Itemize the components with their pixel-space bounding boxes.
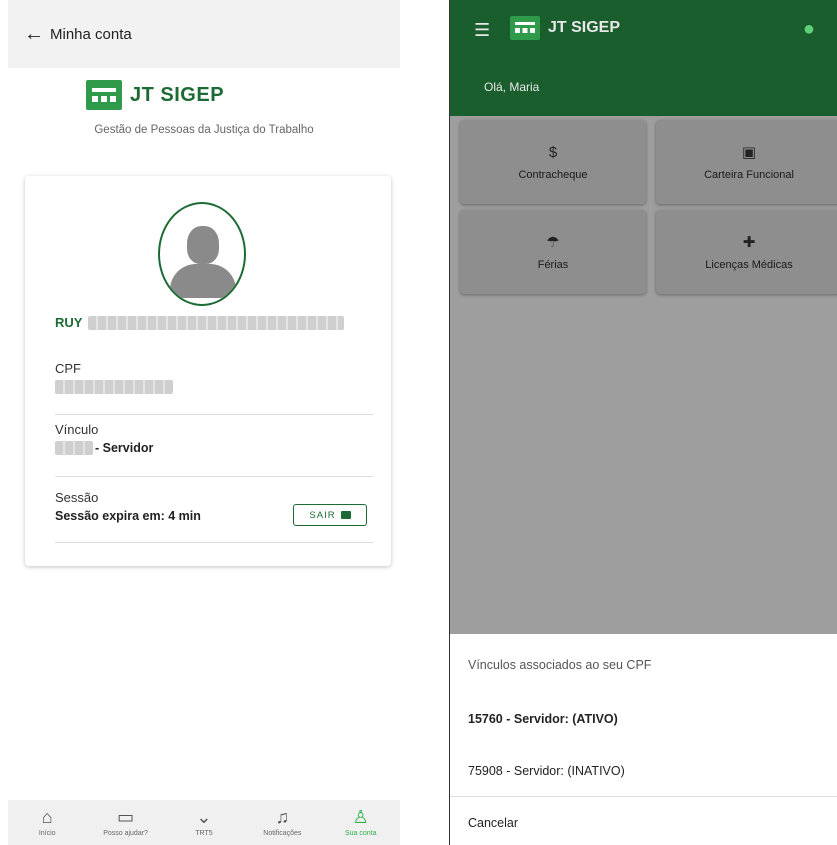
account-screen: ← Minha conta JT SIGEP Gestão de Pessoas…	[8, 0, 400, 845]
account-header: ← Minha conta	[8, 0, 400, 68]
nav-item-notificacoes[interactable]: ♫ Notificações	[247, 808, 317, 837]
avatar	[158, 202, 246, 306]
nav-label: Início	[38, 830, 56, 837]
app-bar: ☰ JT SIGEP ● Olá, Maria	[450, 0, 837, 116]
nav-label: TRT5	[195, 830, 213, 837]
tile-licencas-medicas[interactable]: ✚ Licenças Médicas	[656, 210, 837, 294]
user-account-icon[interactable]: ●	[803, 18, 815, 41]
profile-card: RUY CPF Vínculo - Servidor Sessão Sessão…	[25, 176, 391, 566]
tile-label: Contracheque	[518, 168, 588, 181]
back-arrow-icon[interactable]: ←	[24, 24, 44, 44]
sigep-logo-icon	[510, 16, 540, 40]
tile-ferias[interactable]: ☂ Férias	[460, 210, 646, 294]
nav-label: Sua conta	[344, 830, 377, 837]
header-title: Minha conta	[50, 25, 132, 43]
greeting: Olá, Maria	[484, 80, 540, 94]
user-icon: ♙	[352, 807, 369, 827]
redacted-cpf	[55, 380, 173, 394]
home-screen: ☰ JT SIGEP ● Olá, Maria $ Contracheque ▣…	[449, 0, 837, 845]
sair-button[interactable]: SAIR	[293, 504, 367, 526]
vinculo-section: Vínculo - Servidor	[55, 422, 373, 455]
sheet-divider	[450, 796, 837, 797]
nav-label: Posso ajudar?	[103, 830, 148, 837]
avatar-body	[170, 264, 236, 298]
sessao-label: Sessão	[55, 490, 99, 505]
cancel-button[interactable]: Cancelar	[468, 816, 518, 830]
divider	[55, 542, 373, 543]
tile-carteira-funcional[interactable]: ▣ Carteira Funcional	[656, 120, 837, 204]
hamburger-menu-icon[interactable]: ☰	[474, 20, 490, 41]
tile-label: Licenças Médicas	[705, 259, 793, 271]
medical-cross-icon: ✚	[742, 234, 756, 251]
vinculo-option-inativo[interactable]: 75908 - Servidor: (INATIVO)	[468, 764, 625, 778]
vinculos-bottom-sheet: Vínculos associados ao seu CPF 15760 - S…	[450, 634, 837, 845]
home-icon: ⌂	[41, 807, 53, 827]
bell-icon: ♫	[275, 807, 290, 827]
profile-name: RUY	[55, 315, 345, 330]
vinculo-label: Vínculo	[55, 422, 99, 437]
vinculo-value: - Servidor	[55, 441, 373, 455]
nav-label: Notificações	[263, 830, 302, 837]
brand-name: JT SIGEP	[130, 83, 225, 106]
chat-icon: ▭	[117, 807, 135, 827]
nav-item-inicio[interactable]: ⌂ Início	[12, 808, 82, 837]
sair-label: SAIR	[309, 509, 336, 521]
cpf-value	[55, 380, 373, 394]
beach-umbrella-icon: ☂	[546, 234, 560, 251]
divider	[55, 476, 373, 477]
exit-icon	[340, 511, 351, 519]
tile-contracheque[interactable]: $ Contracheque	[460, 120, 646, 204]
tile-label: Férias	[537, 259, 569, 271]
chevron-down-icon: ⌄	[196, 807, 212, 827]
brand-logo: JT SIGEP	[86, 80, 224, 110]
tile-label: Carteira Funcional	[704, 169, 794, 181]
profile-name-text: RUY	[55, 315, 83, 330]
cpf-label: CPF	[55, 361, 81, 376]
appbar-brand-name: JT SIGEP	[548, 19, 621, 36]
divider	[55, 414, 373, 415]
vinculo-text: - Servidor	[95, 441, 154, 455]
nav-item-trt5[interactable]: ⌄ TRT5	[169, 808, 239, 837]
redacted-vinculo	[55, 441, 93, 455]
screenshot-root: ← Minha conta JT SIGEP Gestão de Pessoas…	[0, 0, 837, 845]
nav-item-sua-conta[interactable]: ♙ Sua conta	[326, 808, 396, 837]
nav-item-ajuda[interactable]: ▭ Posso ajudar?	[91, 808, 161, 837]
vinculo-option-ativo[interactable]: 15760 - Servidor: (ATIVO)	[468, 712, 618, 726]
redacted-name	[88, 315, 345, 330]
id-card-icon: ▣	[741, 144, 757, 161]
cpf-section: CPF	[55, 361, 373, 394]
sigep-logo-icon	[86, 80, 122, 110]
dollar-coin-icon: $	[548, 143, 558, 161]
bottom-nav: ⌂ Início ▭ Posso ajudar? ⌄ TRT5 ♫ Notifi…	[8, 800, 400, 845]
sheet-title: Vínculos associados ao seu CPF	[468, 658, 652, 672]
appbar-brand: JT SIGEP	[510, 16, 620, 40]
brand-subtitle: Gestão de Pessoas da Justiça do Trabalho	[94, 124, 314, 136]
avatar-head	[187, 226, 219, 264]
